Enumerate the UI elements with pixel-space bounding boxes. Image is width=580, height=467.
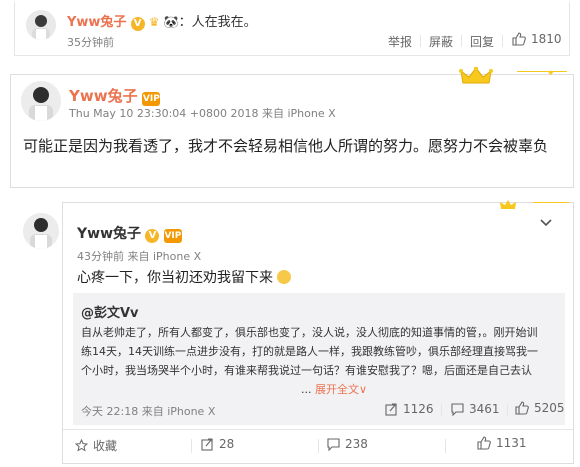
weibo-time-source: 43分钟前 来自 iPhone X [77,250,202,263]
weibo-text-line: 心疼一下，你当初还劝我留下来 [77,267,292,287]
weibo-header: Yww兔子 V VIP [77,223,182,243]
quote-author[interactable]: @彭文Vv [81,302,139,321]
divider [420,35,421,47]
post-body: 可能正是因为我看透了，我才不会轻易相信他人所谓的努力。愿努力不会被辜负 [23,137,549,155]
crown-decoration-icon [500,200,516,209]
like-button[interactable]: 1131 [477,436,527,450]
smile-emoji-icon [277,270,292,284]
comment-time: 35分钟前 [67,36,114,49]
avatar[interactable] [21,81,61,121]
post-card: ✦ Yww兔子 VIP Thu May 10 23:30:04 +0800 20… [10,67,574,188]
expand-link[interactable]: ... 展开全文∨ [299,380,368,399]
comment-icon [451,402,464,416]
comment-username[interactable]: Yww兔子 [67,15,126,30]
quote-meta: 今天 22:18 来自 iPhone X [81,405,216,418]
like-button[interactable]: 1810 [512,32,562,46]
panda-emoji-icon: 🐼 [163,15,179,29]
comment-text: ：人在我在。 [178,15,257,30]
quote-like-button[interactable]: 5205 [515,401,565,415]
repost-icon [201,437,213,451]
crown-line [533,202,569,203]
divider [191,439,192,453]
divider [441,404,442,416]
vip-icon: VIP [142,92,161,106]
avatar[interactable] [26,10,56,40]
repost-icon [385,402,397,416]
like-count: 1810 [531,32,562,46]
weibo-username[interactable]: Yww兔子 [77,226,141,242]
divider [318,439,319,453]
crown-decoration-icon [459,67,493,84]
sparkle-icon: ✦ [547,69,555,79]
divider [63,429,573,430]
chevron-down-icon: ∨ [359,383,368,396]
thumbs-up-icon [515,401,529,415]
avatar[interactable] [23,213,59,249]
crown-icon: ♛ [148,15,160,29]
comment-card: Yww兔子 V ♛ 🐼：人在我在。 35分钟前 举报 屏蔽 回复 1810 [14,2,570,56]
post-header: Yww兔子 VIP [69,85,161,106]
block-button[interactable]: 屏蔽 [429,33,453,50]
repost-quote[interactable]: @彭文Vv 自从老帅走了，所有人都变了，俱乐部也变了，没人说，没人彻底的知道事情… [73,293,565,425]
thumbs-up-icon [477,436,491,450]
favorite-button[interactable]: 收藏 [75,437,117,454]
verified-icon: V [130,17,145,31]
report-button[interactable]: 举报 [388,33,412,50]
reply-button[interactable]: 回复 [470,33,494,50]
comment-icon [327,437,340,451]
chevron-down-icon[interactable] [539,213,553,232]
comment-button[interactable]: 238 [327,437,368,451]
post-username[interactable]: Yww兔子 [69,87,138,105]
quote-text: 自从老帅走了，所有人都变了，俱乐部也变了，没人说，没人彻底的知道事情的管，。刚开… [81,326,538,377]
vip-icon: VIP [163,229,182,243]
divider [445,439,446,453]
divider [461,35,462,47]
post-timestamp: Thu May 10 23:30:04 +0800 2018 来自 iPhone… [69,107,336,120]
verified-icon: V [145,229,160,243]
weibo-card: Yww兔子 V VIP 43分钟前 来自 iPhone X 心疼一下，你当初还劝… [23,200,574,464]
weibo-text: 心疼一下，你当初还劝我留下来 [77,270,273,286]
comment-line: Yww兔子 V ♛ 🐼：人在我在。 [67,11,257,31]
repost-button[interactable]: 28 [201,437,234,451]
star-icon [75,439,88,452]
crown-line [517,71,567,72]
divider [502,35,503,47]
thumbs-up-icon [512,32,526,46]
divider [507,404,508,416]
quote-comment-button[interactable]: 3461 [451,402,500,416]
quote-repost-button[interactable]: 1126 [385,402,434,416]
